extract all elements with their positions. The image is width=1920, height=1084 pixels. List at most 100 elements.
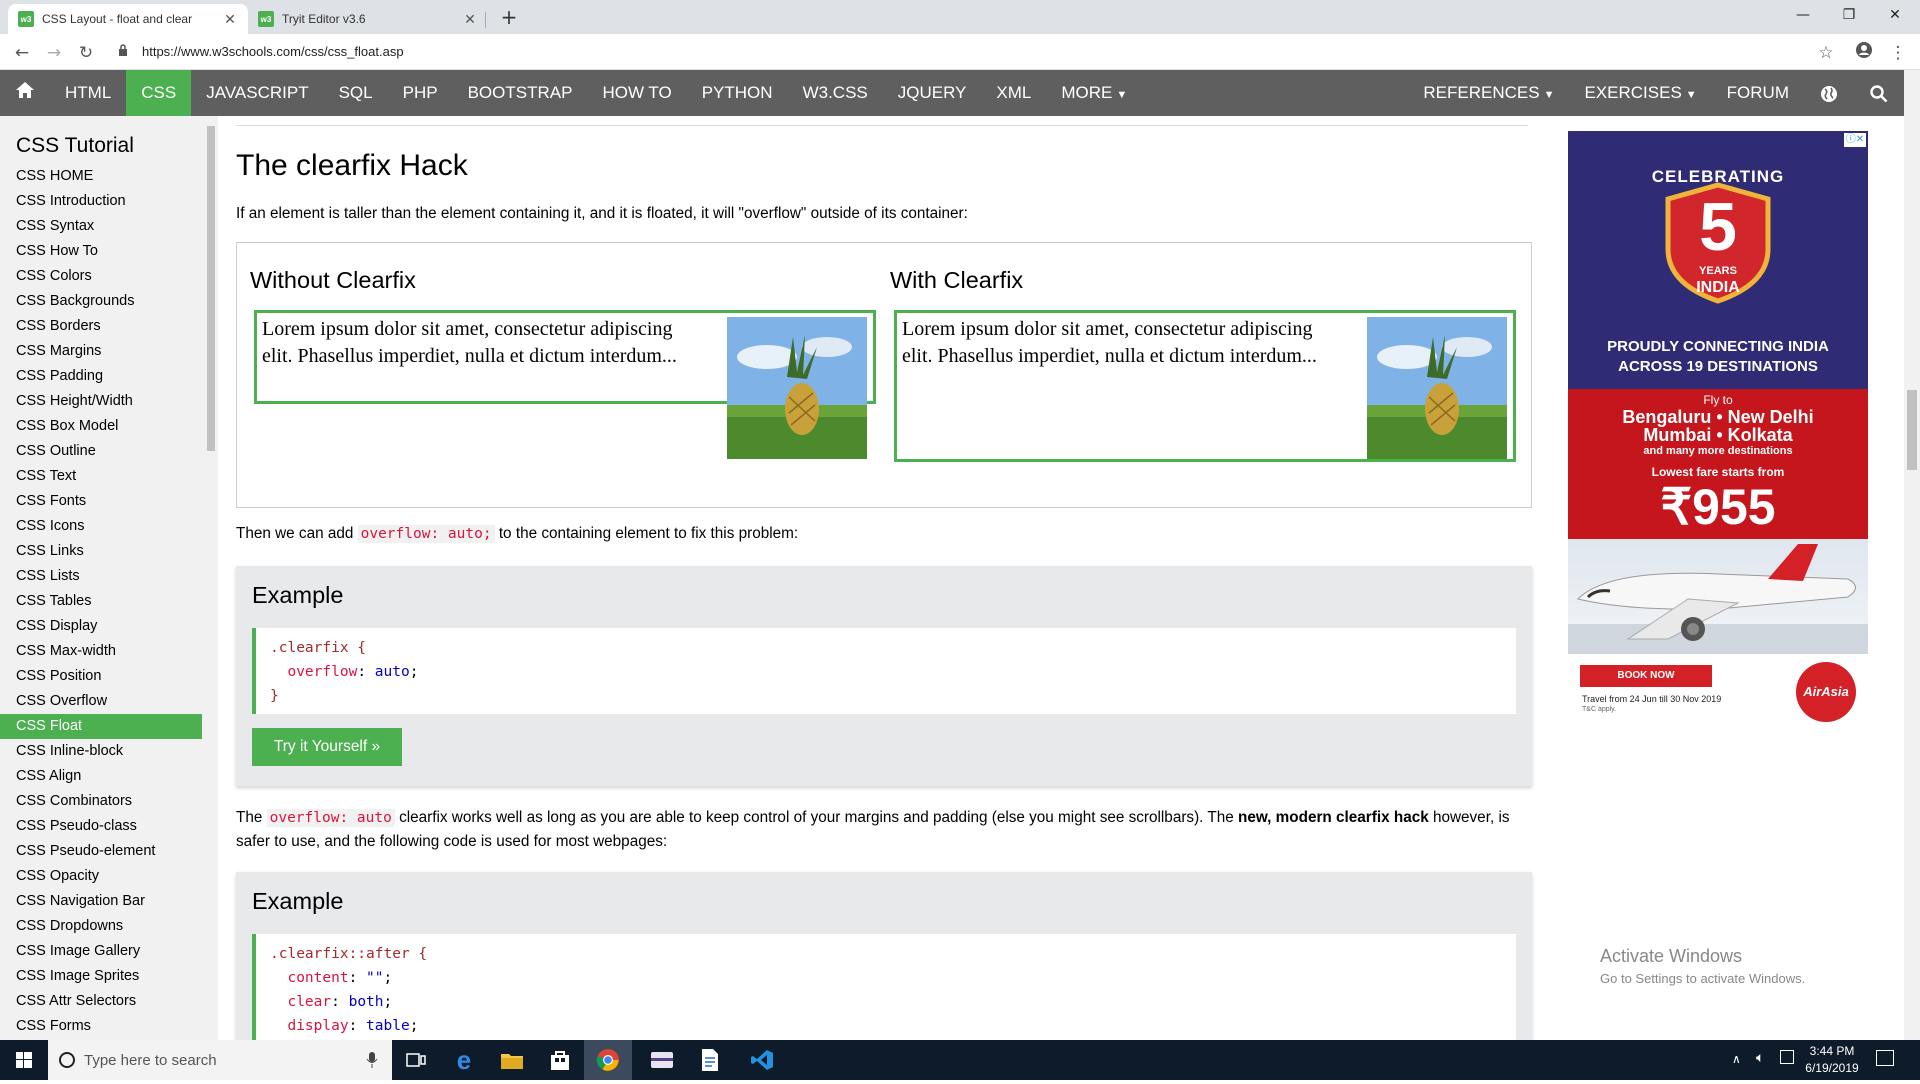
sidebar-item-css-lists[interactable]: CSS Lists — [0, 564, 202, 589]
app-icon[interactable] — [638, 1040, 686, 1080]
notifications-icon[interactable] — [1876, 1050, 1894, 1066]
reload-icon[interactable]: ↻ — [74, 41, 98, 65]
taskbar-search-box[interactable]: Type here to search — [48, 1040, 392, 1080]
ad-close-icon[interactable]: ⓘ✕ — [1844, 133, 1866, 147]
nav-python[interactable]: PYTHON — [687, 70, 788, 116]
sidebar-item-css-opacity[interactable]: CSS Opacity — [0, 864, 202, 889]
sidebar-item-css-how-to[interactable]: CSS How To — [0, 239, 202, 264]
browser-tab[interactable]: w3 Tryit Editor v3.6 ✕ — [248, 4, 488, 34]
store-icon[interactable] — [536, 1040, 584, 1080]
browser-menu-icon[interactable]: ⋮ — [1886, 41, 1910, 65]
sidebar-item-css-float[interactable]: CSS Float — [0, 714, 202, 739]
nav-references[interactable]: REFERENCES ▼ — [1408, 70, 1569, 116]
taskbar-clock[interactable]: 3:44 PM 6/19/2019 — [1796, 1043, 1868, 1077]
close-tab-icon[interactable]: ✕ — [222, 11, 238, 28]
ad-book-now-button[interactable]: BOOK NOW — [1580, 665, 1712, 687]
sidebar-item-css-max-width[interactable]: CSS Max-width — [0, 639, 202, 664]
sidebar-item-css-combinators[interactable]: CSS Combinators — [0, 789, 202, 814]
advertisement[interactable]: CELEBRATING 5 YEARS INDIA PROUDLY CONNEC… — [1568, 131, 1868, 731]
bookmark-star-icon[interactable]: ☆ — [1814, 41, 1838, 65]
sidebar-item-css-borders[interactable]: CSS Borders — [0, 314, 202, 339]
nav-html[interactable]: HTML — [50, 70, 126, 116]
globe-icon[interactable] — [1804, 70, 1854, 116]
sidebar-item-css-outline[interactable]: CSS Outline — [0, 439, 202, 464]
nav-forum[interactable]: FORUM — [1712, 70, 1804, 116]
microphone-icon[interactable] — [366, 1052, 378, 1068]
nav-more[interactable]: MORE ▼ — [1046, 70, 1142, 116]
sidebar-item-css-fonts[interactable]: CSS Fonts — [0, 489, 202, 514]
sidebar-item-css-overflow[interactable]: CSS Overflow — [0, 689, 202, 714]
sidebar-item-css-colors[interactable]: CSS Colors — [0, 264, 202, 289]
nav-jquery[interactable]: JQUERY — [883, 70, 982, 116]
close-window-button[interactable]: ✕ — [1872, 0, 1918, 30]
volume-icon[interactable]: 🔈︎ — [1756, 1050, 1764, 1066]
nav-exercises[interactable]: EXERCISES ▼ — [1569, 70, 1711, 116]
sidebar-item-css-home[interactable]: CSS HOME — [0, 164, 202, 189]
home-icon[interactable] — [0, 70, 50, 116]
sidebar-scrollbar-thumb[interactable] — [207, 126, 215, 451]
sidebar-item-css-inline-block[interactable]: CSS Inline-block — [0, 739, 202, 764]
sidebar-item-css-dropdowns[interactable]: CSS Dropdowns — [0, 914, 202, 939]
search-icon[interactable] — [1854, 70, 1904, 116]
sidebar-item-css-position[interactable]: CSS Position — [0, 664, 202, 689]
sidebar-item-css-tables[interactable]: CSS Tables — [0, 589, 202, 614]
sidebar-item-css-text[interactable]: CSS Text — [0, 464, 202, 489]
sidebar-item-css-navigation-bar[interactable]: CSS Navigation Bar — [0, 889, 202, 914]
nav-w3css[interactable]: W3.CSS — [788, 70, 883, 116]
nav-javascript[interactable]: JAVASCRIPT — [191, 70, 323, 116]
sidebar-item-css-image-gallery[interactable]: CSS Image Gallery — [0, 939, 202, 964]
url-input[interactable]: https://www.w3schools.com/css/css_float.… — [142, 44, 404, 59]
forward-icon[interactable]: → — [42, 41, 66, 65]
then-text-after: to the containing element to fix this pr… — [498, 525, 799, 542]
back-icon[interactable]: ← — [10, 41, 34, 65]
main-content: The clearfix Hack If an element is talle… — [218, 116, 1548, 1040]
sidebar-item-css-attr-selectors[interactable]: CSS Attr Selectors — [0, 989, 202, 1014]
network-icon[interactable] — [1780, 1050, 1794, 1064]
document-app-icon[interactable] — [686, 1040, 734, 1080]
sidebar-item-css-icons[interactable]: CSS Icons — [0, 514, 202, 539]
code-property: overflow — [287, 664, 358, 680]
sidebar-item-css-forms[interactable]: CSS Forms — [0, 1014, 202, 1039]
nav-css[interactable]: CSS — [126, 70, 192, 116]
vscode-icon[interactable] — [738, 1040, 786, 1080]
profile-icon[interactable] — [1852, 41, 1876, 65]
start-button[interactable] — [0, 1040, 48, 1080]
nav-php[interactable]: PHP — [388, 70, 453, 116]
file-explorer-icon[interactable] — [488, 1040, 536, 1080]
sidebar-item-css-pseudo-class[interactable]: CSS Pseudo-class — [0, 814, 202, 839]
sidebar-item-css-image-sprites[interactable]: CSS Image Sprites — [0, 964, 202, 989]
nav-xml[interactable]: XML — [981, 70, 1046, 116]
page-scrollbar-thumb[interactable] — [1907, 390, 1917, 470]
windows-taskbar: Type here to search e ∧ 🔈︎ 3:44 PM 6/19/… — [0, 1040, 1920, 1080]
sidebar-item-css-links[interactable]: CSS Links — [0, 539, 202, 564]
sidebar-item-css-introduction[interactable]: CSS Introduction — [0, 189, 202, 214]
sidebar-item-css-display[interactable]: CSS Display — [0, 614, 202, 639]
sidebar-item-css-backgrounds[interactable]: CSS Backgrounds — [0, 289, 202, 314]
chrome-icon[interactable] — [584, 1040, 632, 1080]
new-tab-button[interactable]: + — [498, 6, 520, 28]
sidebar-item-css-padding[interactable]: CSS Padding — [0, 364, 202, 389]
ad-connect-line2: ACROSS 19 DESTINATIONS — [1618, 358, 1818, 375]
sidebar-item-css-height-width[interactable]: CSS Height/Width — [0, 389, 202, 414]
system-tray-chevron-icon[interactable]: ∧ — [1732, 1052, 1741, 1066]
browser-tab-active[interactable]: w3 CSS Layout - float and clear ✕ — [8, 4, 248, 34]
page-scrollbar[interactable] — [1904, 70, 1920, 1040]
sidebar-item-css-pseudo-element[interactable]: CSS Pseudo-element — [0, 839, 202, 864]
example-title: Example — [252, 888, 344, 914]
nav-how-to[interactable]: HOW TO — [587, 70, 686, 116]
sidebar-item-css-box-model[interactable]: CSS Box Model — [0, 414, 202, 439]
close-tab-icon[interactable]: ✕ — [462, 11, 478, 28]
task-view-icon[interactable] — [392, 1040, 440, 1080]
sidebar-item-css-margins[interactable]: CSS Margins — [0, 339, 202, 364]
nav-bootstrap[interactable]: BOOTSTRAP — [453, 70, 588, 116]
try-it-yourself-button[interactable]: Try it Yourself » — [252, 728, 402, 766]
edge-icon[interactable]: e — [440, 1040, 488, 1080]
sidebar-item-css-align[interactable]: CSS Align — [0, 764, 202, 789]
then-paragraph: Then we can add overflow: auto; to the c… — [236, 522, 1536, 546]
minimize-button[interactable]: — — [1780, 0, 1826, 30]
clock-time: 3:44 PM — [1809, 1044, 1855, 1058]
restore-button[interactable]: ❐ — [1826, 0, 1872, 30]
sidebar-list: CSS HOME CSS Introduction CSS Syntax CSS Ho… — [0, 164, 218, 1039]
sidebar-item-css-syntax[interactable]: CSS Syntax — [0, 214, 202, 239]
nav-sql[interactable]: SQL — [324, 70, 388, 116]
